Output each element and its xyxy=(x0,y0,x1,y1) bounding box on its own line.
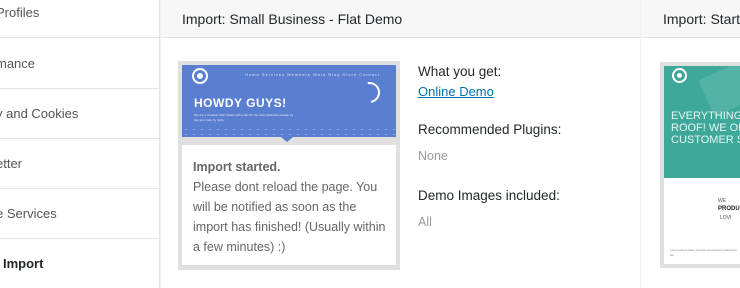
theme-demo-import-screen: Profiles mance y and Cookies etter e Ser… xyxy=(0,0,740,288)
demo-card-title: Import: Small Business - Flat Demo xyxy=(161,0,640,38)
sidebar-item-profiles[interactable]: Profiles xyxy=(0,0,159,38)
recommended-plugins-value: None xyxy=(418,149,448,163)
sidebar-item-newsletter[interactable]: etter xyxy=(0,139,159,189)
sidebar-item-services[interactable]: e Services xyxy=(0,189,159,239)
demo-logo-icon xyxy=(674,70,685,81)
loading-spinner-icon xyxy=(354,77,385,108)
sidebar-item-privacy-cookies[interactable]: y and Cookies xyxy=(0,89,159,139)
demo-headline: HOWDY GUYS! xyxy=(194,96,287,110)
demo-card-small-business: Import: Small Business - Flat Demo Home … xyxy=(161,0,640,288)
sidebar-item-label: Profiles xyxy=(0,5,40,20)
demo-preview[interactable]: Home Services Members Work Blog Store Co… xyxy=(178,61,400,270)
sidebar-item-performance[interactable]: mance xyxy=(0,39,159,89)
preview-notch xyxy=(281,137,293,142)
recommended-plugins-label: Recommended Plugins: xyxy=(418,122,562,137)
demo-body: WE PRODU LOVI Lorem ipsum dolor sit amet… xyxy=(664,178,740,264)
sidebar-item-label: mance xyxy=(0,56,36,71)
settings-sidebar: Profiles mance y and Cookies etter e Ser… xyxy=(0,0,160,288)
demo-images-label: Demo Images included: xyxy=(418,188,560,203)
demo-card-title: Import: Start xyxy=(641,0,740,38)
online-demo-link[interactable]: Online Demo xyxy=(418,82,494,102)
demo-dot-pattern xyxy=(182,127,396,137)
sidebar-item-label: e Services xyxy=(0,206,57,221)
sidebar-item-label: Import xyxy=(3,256,44,271)
what-you-get-label: What you get: xyxy=(418,64,502,79)
demo-text-line: PRODU xyxy=(718,206,740,212)
demo-screenshot: EVERYTHING U ROOF! WE OF CUSTOMER SU xyxy=(664,66,740,178)
demo-text-line: LOVI xyxy=(720,215,732,221)
demo-subtext: We are a Creative Web Studio with a flai… xyxy=(194,113,294,122)
sidebar-item-label: y and Cookies xyxy=(0,106,79,121)
import-started-text: Import started. xyxy=(193,160,281,174)
demo-headline: EVERYTHING U ROOF! WE OF CUSTOMER SU xyxy=(671,110,740,146)
import-wait-text: Please dont reload the page. You will be… xyxy=(193,180,386,254)
sidebar-item-import[interactable]: Import xyxy=(0,239,159,288)
import-status-message: Import started. Please dont reload the p… xyxy=(182,145,396,265)
demo-screenshot: Home Services Members Work Blog Store Co… xyxy=(182,65,396,137)
demo-images-value: All xyxy=(418,215,432,229)
sidebar-item-label: etter xyxy=(0,156,23,171)
demo-footer-text: Lorem ipsum dolor sit amet consectetur a… xyxy=(670,248,737,257)
demo-nav: Home Services Members Work Blog Store Co… xyxy=(245,72,380,77)
demo-preview[interactable]: EVERYTHING U ROOF! WE OF CUSTOMER SU WE … xyxy=(660,62,740,268)
demo-card-startup: Import: Start EVERYTHING U ROOF! WE OF C… xyxy=(641,0,740,288)
demo-text-line: WE xyxy=(718,198,727,204)
demo-logo-icon xyxy=(194,70,206,82)
